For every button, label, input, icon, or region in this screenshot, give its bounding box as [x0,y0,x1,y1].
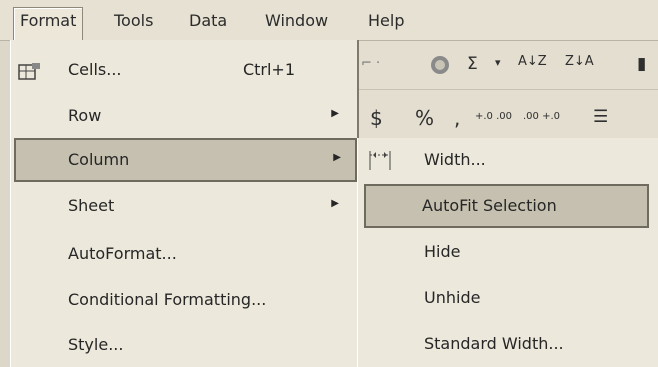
cells-icon [18,62,40,80]
menu-item-row[interactable]: Row ▶ [14,96,353,136]
submenu-arrow-icon: ▶ [331,108,339,119]
toolbar-separator-dash-icon: ⌐ · [361,56,381,71]
menu-item-autofit-selection[interactable]: AutoFit Selection [364,184,649,228]
sort-descending-icon[interactable]: Z↓A [565,54,594,69]
menu-item-sheet[interactable]: Sheet ▶ [14,186,353,226]
sort-ascending-icon[interactable]: A↓Z [518,54,547,69]
dropdown-arrow-icon[interactable]: ▾ [495,56,501,69]
insert-hyperlink-icon[interactable] [429,54,451,81]
menu-item-label: Style... [68,335,124,354]
menu-item-label: Width... [424,150,486,169]
currency-style-icon[interactable]: $ [370,106,383,130]
menu-item-label: AutoFormat... [68,244,177,263]
menu-item-label: Row [68,106,102,125]
increase-decimal-icon[interactable]: +.0 .00 [475,111,512,122]
submenu-arrow-icon: ▶ [333,152,341,163]
menu-item-column[interactable]: Column ▶ [14,138,357,182]
shortcut-label: Ctrl+1 [242,60,295,79]
chart-wizard-icon[interactable]: ▮ [637,54,646,74]
menu-data[interactable]: Data [183,8,233,34]
menu-item-width[interactable]: Width... [362,140,655,180]
decrease-indent-icon[interactable]: ☰ [593,107,608,127]
menu-item-hide[interactable]: Hide [362,232,655,272]
menu-window[interactable]: Window [259,8,334,34]
submenu-arrow-icon: ▶ [331,198,339,209]
toolbar: ⌐ · Σ ▾ A↓Z Z↓A ▮ $ % , +.0 .00 .00 +.0 … [355,41,658,138]
menu-item-autoformat[interactable]: AutoFormat... [14,234,353,274]
menu-item-label: Sheet [68,196,115,215]
comma-style-icon[interactable]: , [454,106,460,130]
toolbar-divider [355,89,658,90]
menu-item-standard-width[interactable]: Standard Width... [362,324,655,364]
decrease-decimal-icon[interactable]: .00 +.0 [523,111,560,122]
menu-item-label: Conditional Formatting... [68,290,267,309]
menu-item-label: AutoFit Selection [422,196,557,215]
menu-tools[interactable]: Tools [108,8,159,34]
menu-item-unhide[interactable]: Unhide [362,278,655,318]
menu-bar: Format Tools Data Window Help [0,0,658,41]
column-width-icon [368,148,391,170]
menu-format[interactable]: Format [13,7,84,41]
format-menu: Cells... Ctrl+1 Row ▶ Column ▶ Sheet ▶ A… [10,40,359,367]
menu-item-label: Cells... [68,60,122,79]
menu-item-conditional-formatting[interactable]: Conditional Formatting... [14,280,353,320]
menu-item-label: Unhide [424,288,481,307]
menu-item-label: Hide [424,242,461,261]
column-submenu: Width... AutoFit Selection Hide Unhide S… [357,138,658,367]
menu-item-label: Column [68,150,130,169]
menu-item-cells[interactable]: Cells... Ctrl+1 [14,50,353,90]
autosum-icon[interactable]: Σ [467,54,478,74]
menu-item-label: Standard Width... [424,334,564,353]
percent-style-icon[interactable]: % [415,106,434,130]
menu-item-style[interactable]: Style... [14,325,353,365]
menu-help[interactable]: Help [362,8,410,34]
